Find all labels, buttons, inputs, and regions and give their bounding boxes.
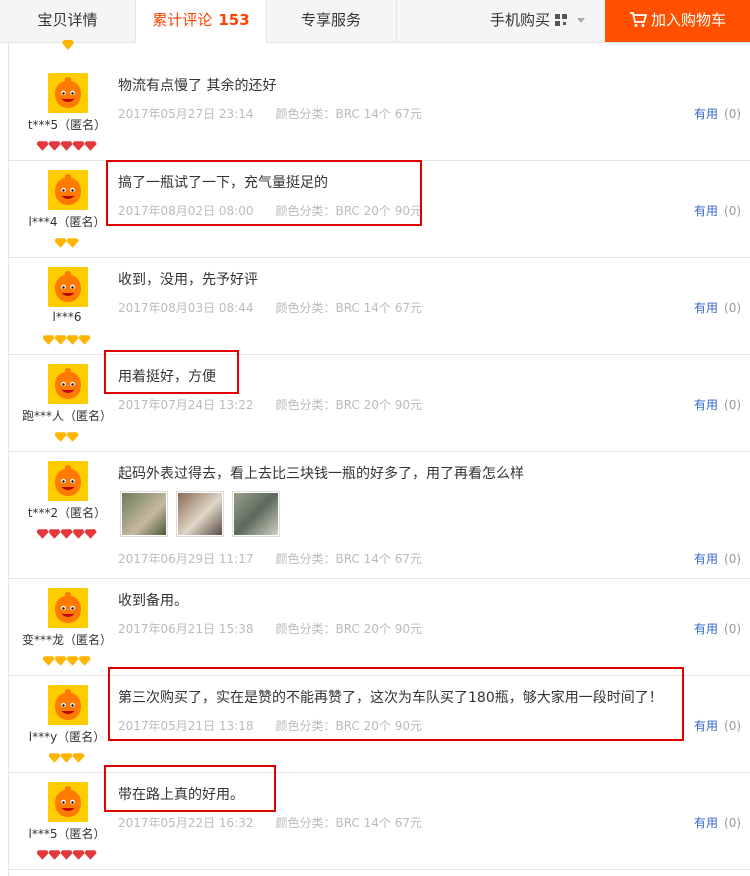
review-date: 2017年08月03日 08:44 <box>118 301 254 315</box>
useful-button[interactable]: 有用 (0) <box>694 550 741 567</box>
review-meta: 2017年05月22日 16:32 颜色分类：BRC 14个 67元 <box>118 814 422 831</box>
review-count: 153 <box>218 11 250 29</box>
review-date: 2017年05月27日 23:14 <box>118 107 254 121</box>
review-date: 2017年06月21日 15:38 <box>118 622 254 636</box>
highlight-annotation-box <box>106 160 422 226</box>
review-meta: 2017年06月29日 11:17 颜色分类：BRC 14个 67元 <box>118 550 422 567</box>
useful-count: (0) <box>724 204 742 218</box>
avatar[interactable] <box>48 782 88 822</box>
review-item: t***2（匿名） 起码外表过得去，看上去比三块钱一瓶的好多了，用了再看怎么样 20… <box>8 451 750 579</box>
avatar[interactable] <box>48 461 88 501</box>
useful-button[interactable]: 有用 (0) <box>694 814 741 831</box>
diamond-badge-icon <box>62 40 74 50</box>
tab-reviews[interactable]: 累计评论 153 <box>135 0 267 43</box>
reviewer-name[interactable]: t***5（匿名） <box>8 116 126 133</box>
review-photos <box>120 491 288 537</box>
review-sku-spec: 颜色分类：BRC 14个 67元 <box>275 301 423 315</box>
useful-button[interactable]: 有用 (0) <box>694 620 741 637</box>
review-date: 2017年06月29日 11:17 <box>118 552 254 566</box>
useful-count: (0) <box>724 552 742 566</box>
useful-label: 有用 <box>694 107 719 121</box>
tab-bar: 宝贝详情 累计评论 153 专享服务 手机购买 加入购物车 <box>0 0 750 43</box>
review-meta: 2017年07月24日 13:22 颜色分类：BRC 20个 90元 <box>118 396 422 413</box>
highlight-annotation-box <box>104 350 239 394</box>
review-text: 起码外表过得去，看上去比三块钱一瓶的好多了，用了再看怎么样 <box>118 466 524 482</box>
useful-button[interactable]: 有用 (0) <box>694 717 741 734</box>
useful-button[interactable]: 有用 (0) <box>694 396 741 413</box>
review-text: 物流有点慢了 其余的还好 <box>118 78 277 94</box>
useful-button[interactable]: 有用 (0) <box>694 105 741 122</box>
review-item: l***5（匿名） 带在路上真的好用。 2017年05月22日 16:32 颜色分类：… <box>8 765 750 870</box>
review-meta: 2017年08月03日 08:44 颜色分类：BRC 14个 67元 <box>118 299 422 316</box>
reviewer-level-badge-icon <box>8 427 126 446</box>
review-item: l***y（匿名） 第三次购买了，实在是赞的不能再赞了，这次为车队买了180瓶，够… <box>8 667 750 773</box>
review-item: l***4（匿名） 搞了一瓶试了一下，充气量挺足的 2017年08月02日 08:0… <box>8 160 750 258</box>
reviewer-level-badge-icon <box>8 330 126 349</box>
mobile-buy-button[interactable]: 手机购买 <box>490 0 586 42</box>
qr-code-icon <box>555 14 568 26</box>
useful-label: 有用 <box>694 204 719 218</box>
add-to-cart-button[interactable]: 加入购物车 <box>605 0 750 42</box>
avatar[interactable] <box>48 267 88 307</box>
add-to-cart-label: 加入购物车 <box>650 11 726 29</box>
reviewer-name[interactable]: l***6 <box>8 310 126 324</box>
review-item: l***6 收到，没用，先予好评 2017年08月03日 08:44 颜色分类：BRC… <box>8 257 750 355</box>
mobile-buy-label: 手机购买 <box>490 11 551 29</box>
useful-count: (0) <box>724 107 742 121</box>
review-sku-spec: 颜色分类：BRC 14个 67元 <box>275 552 423 566</box>
review-meta: 2017年06月21日 15:38 颜色分类：BRC 20个 90元 <box>118 620 422 637</box>
tab-exclusive-service[interactable]: 专享服务 <box>266 0 397 42</box>
reviewer-name[interactable]: 跑***人（匿名） <box>8 407 126 424</box>
avatar[interactable] <box>48 170 88 210</box>
useful-count: (0) <box>724 301 742 315</box>
avatar[interactable] <box>48 364 88 404</box>
highlight-annotation-box <box>104 765 276 812</box>
reviewer-level-badge-icon <box>8 136 126 155</box>
avatar[interactable] <box>48 73 88 113</box>
review-item: 跑***人（匿名） 用着挺好，方便 2017年07月24日 13:22 颜色分类：BR… <box>8 350 750 452</box>
useful-count: (0) <box>724 719 742 733</box>
cart-icon <box>629 12 648 27</box>
useful-button[interactable]: 有用 (0) <box>694 202 741 219</box>
reviewer-name[interactable]: 变***龙（匿名） <box>8 631 126 648</box>
reviewer-level-badge-icon <box>8 845 126 864</box>
reviewer-name[interactable]: t***2（匿名） <box>8 504 126 521</box>
useful-label: 有用 <box>694 719 719 733</box>
review-sku-spec: 颜色分类：BRC 14个 67元 <box>275 107 423 121</box>
avatar[interactable] <box>48 588 88 628</box>
useful-label: 有用 <box>694 301 719 315</box>
useful-count: (0) <box>724 816 742 830</box>
review-date: 2017年07月24日 13:22 <box>118 398 254 412</box>
review-photo-thumbnail[interactable] <box>120 491 168 537</box>
chevron-down-icon <box>577 18 586 23</box>
useful-button[interactable]: 有用 (0) <box>694 299 741 316</box>
review-item: t***5（匿名） 物流有点慢了 其余的还好 2017年05月27日 23:14 颜色… <box>8 63 750 161</box>
useful-count: (0) <box>724 622 742 636</box>
review-text: 收到，没用，先予好评 <box>118 272 258 288</box>
highlight-annotation-box <box>108 667 684 741</box>
useful-label: 有用 <box>694 622 719 636</box>
useful-label: 有用 <box>694 816 719 830</box>
review-item: 变***龙（匿名） 收到备用。 2017年06月21日 15:38 颜色分类：BRC … <box>8 578 750 676</box>
reviewer-level-badge-icon <box>8 233 126 252</box>
useful-label: 有用 <box>694 398 719 412</box>
tab-item-details[interactable]: 宝贝详情 <box>0 0 135 42</box>
review-photo-thumbnail[interactable] <box>176 491 224 537</box>
reviewer-name[interactable]: l***5（匿名） <box>8 825 126 842</box>
tab-reviews-label: 累计评论 <box>152 11 213 29</box>
review-text: 收到备用。 <box>118 593 188 609</box>
review-date: 2017年05月22日 16:32 <box>118 816 254 830</box>
avatar[interactable] <box>48 685 88 725</box>
review-sku-spec: 颜色分类：BRC 14个 67元 <box>275 816 423 830</box>
review-sku-spec: 颜色分类：BRC 20个 90元 <box>275 622 423 636</box>
useful-count: (0) <box>724 398 742 412</box>
useful-label: 有用 <box>694 552 719 566</box>
review-meta: 2017年05月27日 23:14 颜色分类：BRC 14个 67元 <box>118 105 422 122</box>
review-photo-thumbnail[interactable] <box>232 491 280 537</box>
reviewer-level-badge-icon <box>8 524 126 543</box>
review-sku-spec: 颜色分类：BRC 20个 90元 <box>275 398 423 412</box>
